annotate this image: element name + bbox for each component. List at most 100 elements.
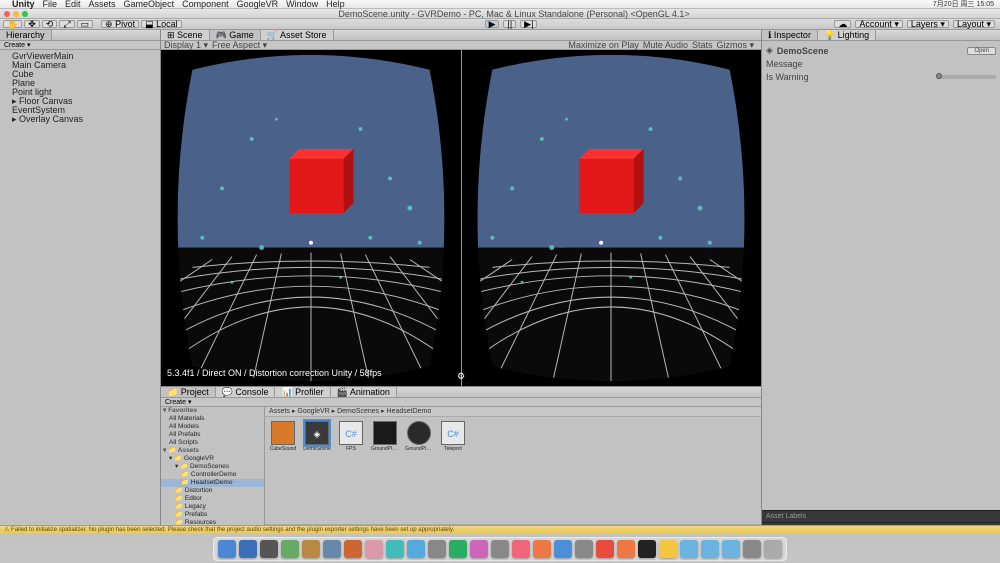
project-tree[interactable]: ▾ FavoritesAll MaterialsAll ModelsAll Pr… (161, 407, 265, 534)
asset-labels-header: Asset Labels (762, 510, 1000, 522)
hierarchy-list: GvrViewerMainMain CameraCubePlanePoint l… (0, 50, 160, 534)
local-toggle[interactable]: ⬓ Local (141, 20, 182, 28)
step-button[interactable]: ▶| (520, 20, 537, 28)
window-title: DemoScene.unity - GVRDemo - PC, Mac & Li… (28, 9, 1000, 19)
dock-app-icon[interactable] (575, 540, 593, 558)
inspector-scene-name: DemoScene (777, 46, 967, 56)
dock-app-icon[interactable] (638, 540, 656, 558)
dock-app-icon[interactable] (533, 540, 551, 558)
dock-app-icon[interactable] (428, 540, 446, 558)
asset-item[interactable]: C#Teleport (439, 421, 467, 452)
project-breadcrumb[interactable]: Assets ▸ GoogleVR ▸ DemoScenes ▸ Headset… (265, 407, 761, 417)
window-titlebar: DemoScene.unity - GVRDemo - PC, Mac & Li… (0, 9, 1000, 19)
dock-app-icon[interactable] (344, 540, 362, 558)
dock-app-icon[interactable] (365, 540, 383, 558)
tab-lighting[interactable]: 💡 Lighting (818, 30, 876, 40)
game-view[interactable]: 5.3.4f1 / Direct ON / Distortion correct… (161, 50, 761, 386)
tab-scene[interactable]: ⊞ Scene (161, 30, 210, 40)
layers-dropdown[interactable]: Layers ▾ (907, 20, 949, 28)
dock-app-icon[interactable] (218, 540, 236, 558)
project-tree-item[interactable]: 📁 Prefabs (161, 511, 264, 519)
asset-item[interactable]: C#FPS (337, 421, 365, 452)
project-tree-item[interactable]: All Prefabs (161, 431, 264, 439)
game-overlay-text: 5.3.4f1 / Direct ON / Distortion correct… (167, 368, 382, 378)
project-tree-item[interactable]: ▾ 📁 DemoScenes (161, 463, 264, 471)
pivot-toggle[interactable]: ⊕ Pivot (101, 20, 139, 28)
dock-app-icon[interactable] (512, 540, 530, 558)
assets-grid: CubeSound◈DemoSceneC#FPSGroundPlaneGroun… (265, 417, 761, 524)
project-tree-item[interactable]: 📁 ControllerDemo (161, 471, 264, 479)
dock-app-icon[interactable] (491, 540, 509, 558)
tool-hand[interactable]: ✋ (3, 20, 22, 28)
dock-app-icon[interactable] (743, 540, 761, 558)
stats-toggle[interactable]: Stats (692, 40, 713, 50)
play-button[interactable]: ▶ (485, 20, 500, 28)
tab-game[interactable]: 🎮 Game (210, 30, 261, 40)
vr-left-eye (161, 50, 461, 386)
hierarchy-create[interactable]: Create ▾ (0, 41, 160, 50)
project-tree-item[interactable]: ▾ 📁 Assets (161, 447, 264, 455)
dock-app-icon[interactable] (407, 540, 425, 558)
tab-hierarchy[interactable]: Hierarchy (0, 30, 52, 40)
project-tree-item[interactable]: 📁 Editor (161, 495, 264, 503)
statusbar-warning[interactable]: ⚠ Failed to initialize spatializer. No p… (0, 525, 1000, 534)
vr-settings-icon[interactable]: ⚙ (457, 371, 465, 382)
project-tree-item[interactable]: All Materials (161, 415, 264, 423)
asset-item[interactable]: GroundPlane (405, 421, 433, 452)
inspector-msg-label: Message (766, 59, 996, 69)
maximize-toggle[interactable]: Maximize on Play (568, 40, 639, 50)
dock-app-icon[interactable] (260, 540, 278, 558)
gizmos-dropdown[interactable]: Gizmos ▾ (716, 40, 754, 51)
tab-inspector[interactable]: ℹ Inspector (762, 30, 818, 40)
project-tree-item[interactable]: All Scripts (161, 439, 264, 447)
tool-scale[interactable]: ⤢ (59, 20, 74, 28)
dock-app-icon[interactable] (596, 540, 614, 558)
dock-app-icon[interactable] (470, 540, 488, 558)
pause-button[interactable]: || (503, 20, 516, 28)
tab-assetstore[interactable]: 🛒 Asset Store (261, 30, 334, 40)
aspect-dropdown[interactable]: Free Aspect ▾ (212, 40, 267, 51)
project-create[interactable]: Create ▾ (161, 398, 761, 407)
dock-app-icon[interactable] (554, 540, 572, 558)
dock-app-icon[interactable] (302, 540, 320, 558)
traffic-lights[interactable] (4, 11, 28, 17)
asset-item[interactable]: GroundPlane (371, 421, 399, 452)
mac-dock (0, 534, 1000, 563)
vr-right-eye (461, 50, 761, 386)
dock-app-icon[interactable] (323, 540, 341, 558)
project-tree-item[interactable]: ▾ Favorites (161, 407, 264, 415)
dock-app-icon[interactable] (239, 540, 257, 558)
dock-app-icon[interactable] (659, 540, 677, 558)
project-tree-item[interactable]: 📁 Distortion (161, 487, 264, 495)
account-dropdown[interactable]: Account ▾ (855, 20, 903, 28)
dock-app-icon[interactable] (617, 540, 635, 558)
mute-toggle[interactable]: Mute Audio (643, 40, 688, 50)
display-dropdown[interactable]: Display 1 ▾ (164, 40, 208, 51)
tab-animation[interactable]: 🎬 Animation (331, 387, 397, 397)
project-tree-item[interactable]: 📁 Legacy (161, 503, 264, 511)
dock-app-icon[interactable] (722, 540, 740, 558)
dock-app-icon[interactable] (764, 540, 782, 558)
dock-app-icon[interactable] (281, 540, 299, 558)
tab-project[interactable]: 📁 Project (161, 387, 216, 397)
tool-rotate[interactable]: ⟲ (42, 20, 58, 28)
inspector-warning-slider[interactable] (936, 75, 996, 79)
vr-divider (461, 50, 462, 386)
asset-item[interactable]: CubeSound (269, 421, 297, 452)
dock-app-icon[interactable] (386, 540, 404, 558)
cloud-button[interactable]: ☁ (834, 20, 851, 28)
layout-dropdown[interactable]: Layout ▾ (953, 20, 995, 28)
tab-profiler[interactable]: 📊 Profiler (275, 387, 330, 397)
project-tree-item[interactable]: All Models (161, 423, 264, 431)
project-tree-item[interactable]: 📁 HeadsetDemo (161, 479, 264, 487)
hierarchy-item[interactable]: ▸ Overlay Canvas (10, 115, 156, 124)
tool-move[interactable]: ✥ (24, 20, 40, 28)
tab-console[interactable]: 💬 Console (216, 387, 276, 397)
asset-item[interactable]: ◈DemoScene (303, 421, 331, 452)
dock-app-icon[interactable] (449, 540, 467, 558)
project-tree-item[interactable]: ▾ 📁 GoogleVR (161, 455, 264, 463)
dock-app-icon[interactable] (701, 540, 719, 558)
tool-rect[interactable]: ▭ (77, 20, 94, 28)
inspector-open-button[interactable]: Open (967, 47, 996, 55)
dock-app-icon[interactable] (680, 540, 698, 558)
